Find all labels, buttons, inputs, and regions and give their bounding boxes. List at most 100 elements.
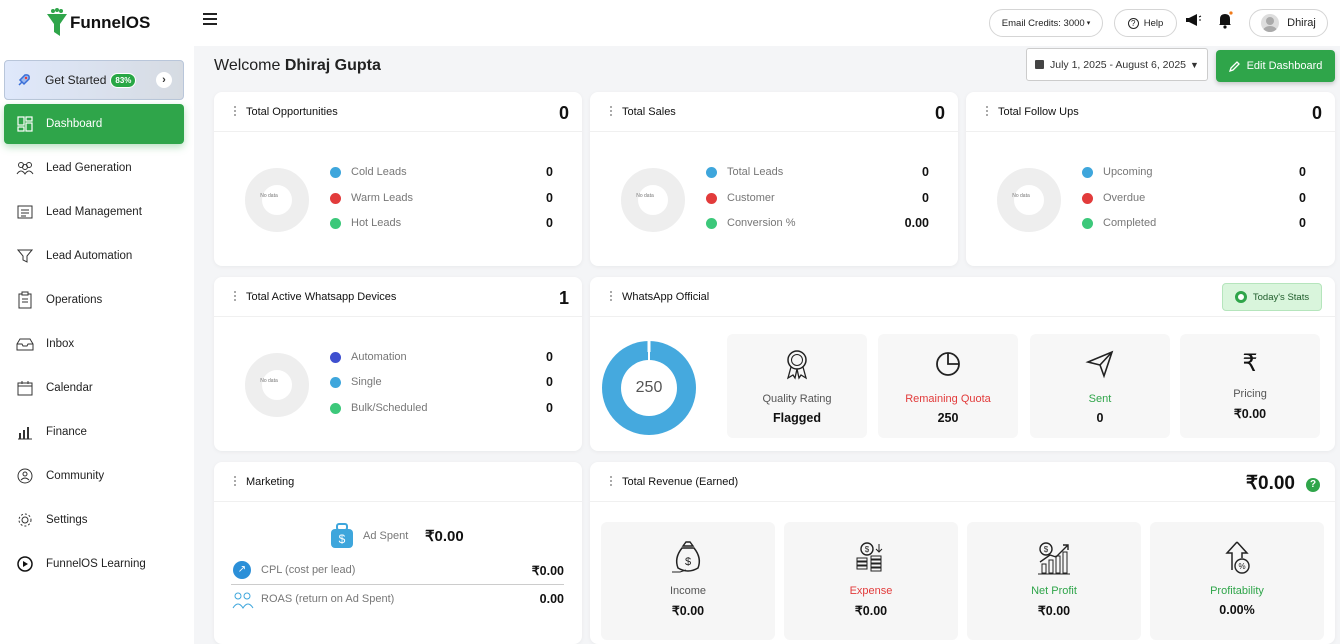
svg-text:$: $: [865, 545, 870, 554]
drag-handle-icon[interactable]: [986, 106, 989, 118]
sidebar-item-inbox[interactable]: Inbox: [4, 324, 184, 364]
drag-handle-icon[interactable]: [610, 291, 613, 303]
marketing-card: Marketing $ Ad Spent ₹0.00 ↗ CPL (cost p…: [214, 462, 582, 644]
list-icon: [16, 203, 34, 221]
help-circle-icon[interactable]: ?: [1306, 478, 1320, 492]
donut-placeholder: No data: [636, 193, 654, 199]
tile-label: Sent: [1088, 393, 1112, 405]
legend-label: Bulk/Scheduled: [351, 402, 428, 414]
legend-item: Overdue 0: [1082, 191, 1306, 205]
help-button[interactable]: ? Help: [1114, 9, 1177, 37]
brand-logo[interactable]: FunnelOS: [46, 8, 150, 38]
inbox-icon: [16, 335, 34, 353]
calendar-icon: [16, 379, 34, 397]
donut-chart: No data: [621, 168, 685, 232]
legend-value: 0: [546, 350, 553, 364]
net-profit-tile: $ Net Profit ₹0.00: [967, 522, 1141, 640]
ad-spent-value: ₹0.00: [425, 528, 464, 545]
sidebar-item-dashboard[interactable]: Dashboard: [4, 104, 184, 144]
play-icon: [16, 555, 34, 573]
date-range-picker[interactable]: July 1, 2025 - August 6, 2025 ▼: [1026, 48, 1208, 81]
sidebar-item-settings[interactable]: Settings: [4, 500, 184, 540]
svg-text:$: $: [339, 532, 346, 546]
sidebar-item-label: Community: [46, 470, 105, 482]
bar-chart-icon: [16, 423, 34, 441]
legend-item: Cold Leads 0: [330, 165, 553, 179]
send-icon: [1085, 350, 1114, 379]
tile-label: Pricing: [1233, 388, 1267, 400]
megaphone-icon[interactable]: [1184, 11, 1202, 29]
legend-label: Upcoming: [1103, 166, 1153, 178]
card-title: Total Revenue (Earned): [622, 475, 739, 488]
sidebar-item-community[interactable]: Community: [4, 456, 184, 496]
legend-value: 0: [546, 375, 553, 389]
drag-handle-icon[interactable]: [610, 106, 613, 118]
todays-stats-button[interactable]: Today's Stats: [1222, 283, 1322, 311]
email-credits-dropdown[interactable]: Email Credits: 3000 ▾: [989, 9, 1103, 37]
email-credits-label: Email Credits: 3000: [1001, 17, 1085, 29]
trend-icon: ↗: [233, 561, 251, 579]
award-icon: [786, 350, 808, 380]
drag-handle-icon[interactable]: [234, 291, 237, 303]
roas-people-icon: [232, 592, 254, 609]
sidebar-item-label: Lead Management: [46, 206, 142, 218]
revenue-total-value: ₹0.00: [1245, 473, 1295, 494]
drag-handle-icon[interactable]: [234, 476, 237, 488]
legend-value: 0: [546, 216, 553, 230]
legend-dot: [706, 192, 717, 204]
get-started-button[interactable]: Get Started 83% ›: [4, 60, 184, 100]
card-total-value: 0: [558, 103, 569, 123]
sidebar-item-lead-management[interactable]: Lead Management: [4, 192, 184, 232]
growth-chart-icon: $: [1038, 542, 1070, 575]
sidebar-item-funnelos-learning[interactable]: FunnelOS Learning: [4, 544, 184, 584]
legend-item: Hot Leads 0: [330, 216, 553, 230]
card-header: Total Active Whatsapp Devices: [214, 277, 582, 317]
quality-rating-tile: Quality Rating Flagged: [727, 334, 867, 438]
progress-badge: 83%: [110, 72, 137, 88]
legend-value: 0: [922, 165, 929, 179]
sidebar-item-finance[interactable]: Finance: [4, 412, 184, 452]
edit-dashboard-button[interactable]: Edit Dashboard: [1216, 50, 1335, 82]
sidebar-item-label: Lead Automation: [46, 250, 133, 262]
tile-label: Quality Rating: [762, 393, 832, 405]
sidebar-item-label: Finance: [46, 426, 87, 438]
legend-dot: [330, 402, 341, 414]
legend-label: Completed: [1103, 217, 1157, 229]
user-menu[interactable]: Dhiraj: [1249, 9, 1328, 37]
donut-placeholder: No data: [260, 193, 278, 199]
sidebar-item-lead-generation[interactable]: Lead Generation: [4, 148, 184, 188]
calendar-icon: [1035, 60, 1044, 69]
sidebar-item-calendar[interactable]: Calendar: [4, 368, 184, 408]
card-title: Total Active Whatsapp Devices: [246, 290, 397, 303]
sidebar-item-lead-automation[interactable]: Lead Automation: [4, 236, 184, 276]
dashboard-icon: [16, 115, 34, 133]
date-range-value: July 1, 2025 - August 6, 2025: [1050, 58, 1187, 71]
percent-arrow-icon: %: [1225, 541, 1250, 574]
legend-dot: [330, 166, 341, 178]
bell-icon[interactable]: [1216, 11, 1234, 29]
card-total-value: 1: [558, 288, 569, 308]
tile-value: 0.00%: [1219, 603, 1255, 617]
svg-text:$: $: [1044, 545, 1049, 554]
legend-label: Overdue: [1103, 192, 1146, 204]
sent-tile: Sent 0: [1030, 334, 1170, 438]
income-tile: $ Income ₹0.00: [601, 522, 775, 640]
drag-handle-icon[interactable]: [610, 476, 613, 488]
donut-placeholder: No data: [1012, 193, 1030, 199]
rocket-icon: [18, 74, 30, 86]
card-header: Marketing: [214, 462, 582, 502]
legend-dot: [1082, 192, 1093, 204]
donut-chart: No data: [997, 168, 1061, 232]
donut-placeholder: No data: [260, 378, 278, 384]
card-header: Total Revenue (Earned): [590, 462, 1335, 502]
card-title: Marketing: [246, 475, 295, 488]
caret-down-icon: ▾: [1086, 20, 1091, 27]
rupee-icon: ₹: [1242, 350, 1258, 377]
sidebar-item-operations[interactable]: Operations: [4, 280, 184, 320]
drag-handle-icon[interactable]: [234, 106, 237, 118]
community-icon: [16, 467, 34, 485]
legend-value: 0: [546, 401, 553, 415]
legend-dot: [706, 166, 717, 178]
help-label: Help: [1143, 17, 1164, 29]
menu-toggle-icon[interactable]: [203, 13, 217, 25]
